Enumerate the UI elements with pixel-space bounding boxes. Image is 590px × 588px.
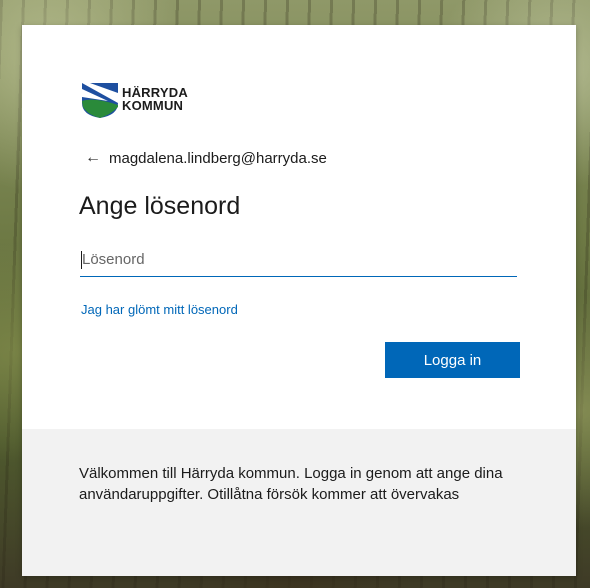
page-title: Ange lösenord xyxy=(79,192,241,220)
sign-in-card: HÄRRYDA KOMMUN ← magdalena.lindberg@harr… xyxy=(22,25,576,576)
harryda-coat-of-arms-icon xyxy=(82,83,118,118)
logo-line-2: KOMMUN xyxy=(122,98,184,113)
footer-panel: Välkommen till Härryda kommun. Logga in … xyxy=(22,429,576,576)
password-input[interactable] xyxy=(80,243,517,276)
sign-in-button[interactable]: Logga in xyxy=(385,342,520,378)
harryda-kommun-logo: HÄRRYDA KOMMUN xyxy=(80,79,188,119)
password-field-wrapper xyxy=(80,243,517,277)
account-email: magdalena.lindberg@harryda.se xyxy=(109,149,327,167)
footer-message: Välkommen till Härryda kommun. Logga in … xyxy=(79,465,503,503)
logo-wordmark: HÄRRYDA KOMMUN xyxy=(122,86,188,112)
text-cursor xyxy=(81,251,82,269)
arrow-left-icon[interactable]: ← xyxy=(85,149,101,167)
account-identity-row[interactable]: ← magdalena.lindberg@harryda.se xyxy=(85,149,327,167)
sign-in-form: HÄRRYDA KOMMUN ← magdalena.lindberg@harr… xyxy=(22,25,576,429)
forgot-password-link[interactable]: Jag har glömt mitt lösenord xyxy=(81,302,238,317)
